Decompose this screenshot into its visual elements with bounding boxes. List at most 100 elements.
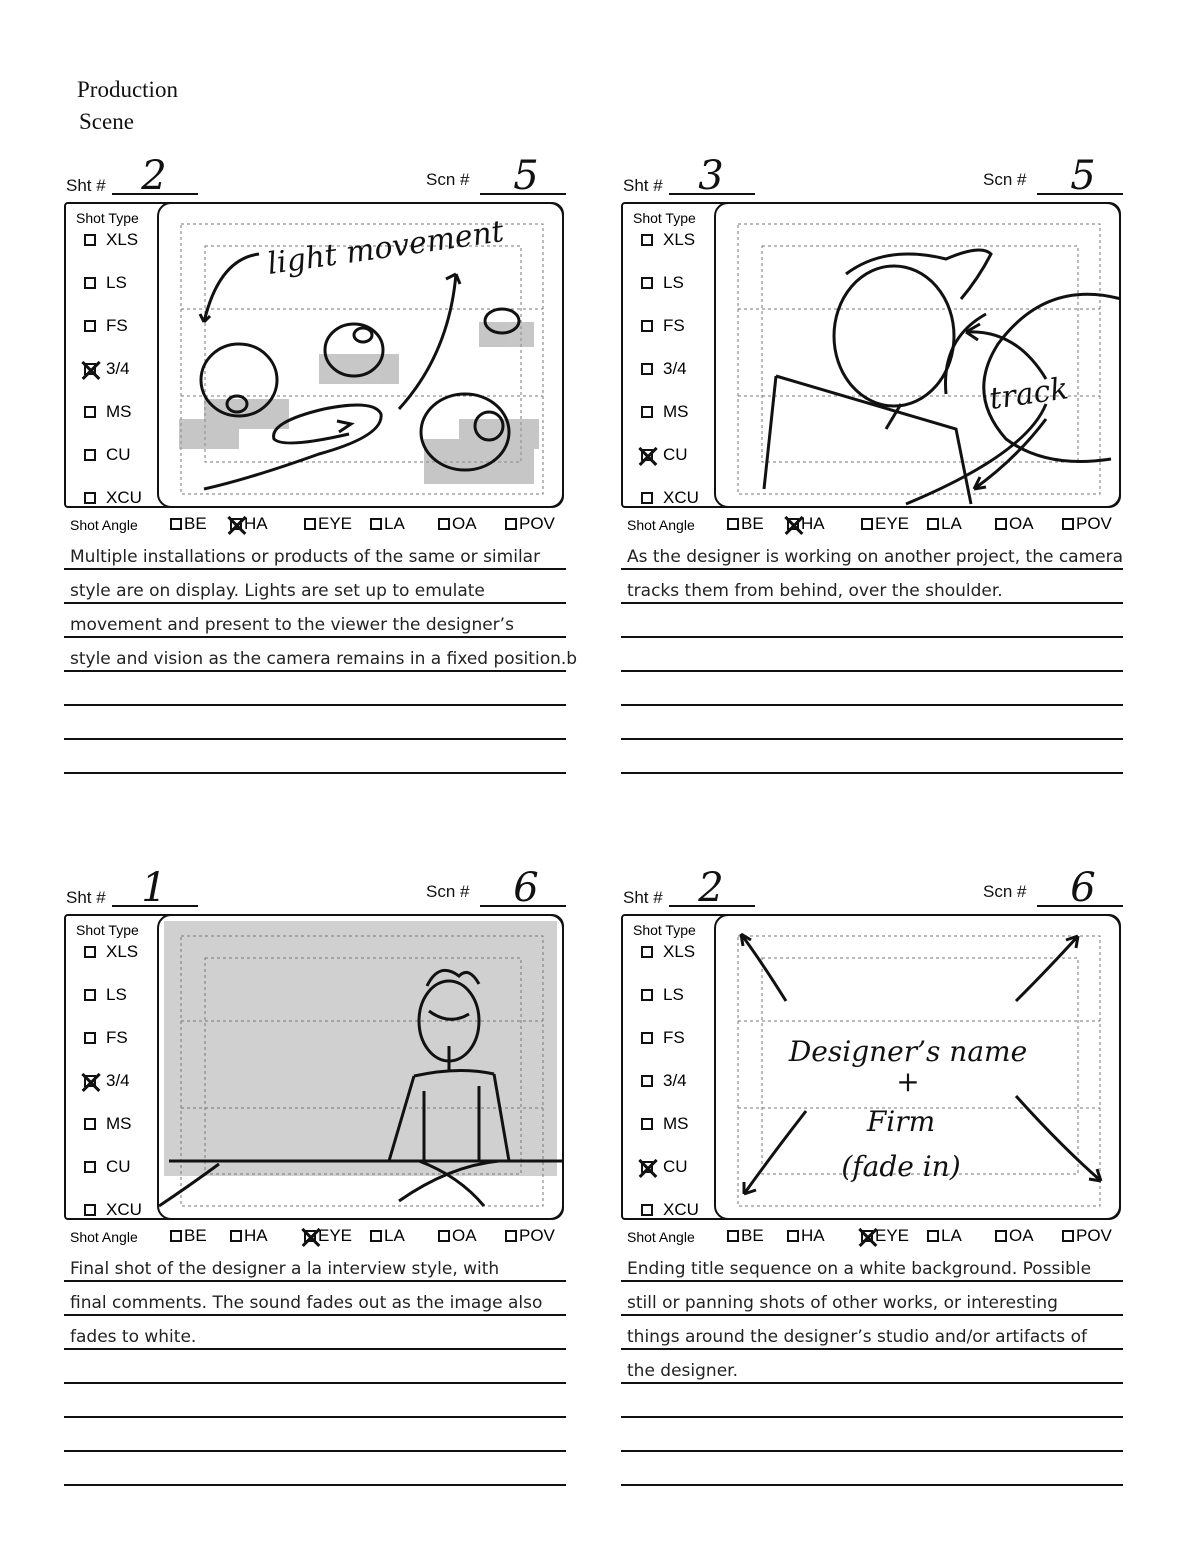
shot-angle-option[interactable]: OA (438, 514, 477, 534)
shot-number-value[interactable]: 2 (114, 156, 194, 196)
shot-angle-option[interactable]: LA (927, 514, 962, 534)
shot-type-option[interactable]: CU (641, 1157, 688, 1177)
checkbox-icon[interactable] (995, 1230, 1007, 1242)
checkbox-icon[interactable] (861, 1230, 873, 1242)
checkbox-icon[interactable] (84, 1161, 96, 1173)
shot-type-option[interactable]: MS (641, 402, 689, 422)
note-line[interactable]: style are on display. Lights are set up … (64, 570, 566, 604)
checkbox-icon[interactable] (1062, 518, 1074, 530)
note-line[interactable] (64, 740, 566, 774)
shot-type-option[interactable]: FS (641, 316, 685, 336)
checkbox-icon[interactable] (727, 1230, 739, 1242)
shot-angle-option[interactable]: BE (727, 514, 764, 534)
note-line[interactable]: As the designer is working on another pr… (621, 536, 1123, 570)
shot-type-option[interactable]: MS (641, 1114, 689, 1134)
note-line[interactable] (64, 1384, 566, 1418)
shot-type-option[interactable]: 3/4 (641, 1071, 687, 1091)
checkbox-icon[interactable] (787, 518, 799, 530)
checkbox-icon[interactable] (230, 518, 242, 530)
note-line[interactable] (64, 1452, 566, 1486)
checkbox-icon[interactable] (1062, 1230, 1074, 1242)
checkbox-icon[interactable] (84, 277, 96, 289)
notes-area[interactable]: Ending title sequence on a white backgro… (621, 1248, 1123, 1486)
note-line[interactable]: Multiple installations or products of th… (64, 536, 566, 570)
checkbox-icon[interactable] (505, 518, 517, 530)
shot-type-option[interactable]: XCU (641, 1200, 699, 1220)
shot-angle-option[interactable]: EYE (861, 1226, 909, 1246)
checkbox-icon[interactable] (84, 1118, 96, 1130)
checkbox-icon[interactable] (641, 1032, 653, 1044)
shot-type-option[interactable]: LS (641, 273, 684, 293)
shot-type-option[interactable]: FS (84, 1028, 128, 1048)
note-line[interactable] (621, 1452, 1123, 1486)
shot-angle-option[interactable]: EYE (861, 514, 909, 534)
scene-number-value[interactable]: 5 (486, 156, 566, 196)
shot-angle-option[interactable]: HA (787, 1226, 825, 1246)
checkbox-icon[interactable] (370, 1230, 382, 1242)
checkbox-icon[interactable] (304, 1230, 316, 1242)
checkbox-icon[interactable] (641, 406, 653, 418)
checkbox-icon[interactable] (230, 1230, 242, 1242)
shot-type-option[interactable]: LS (84, 985, 127, 1005)
checkbox-icon[interactable] (995, 518, 1007, 530)
shot-angle-option[interactable]: POV (505, 1226, 555, 1246)
shot-angle-option[interactable]: POV (1062, 1226, 1112, 1246)
shot-type-option[interactable]: LS (84, 273, 127, 293)
note-line[interactable] (64, 672, 566, 706)
note-line[interactable]: Ending title sequence on a white backgro… (621, 1248, 1123, 1282)
shot-angle-option[interactable]: BE (170, 514, 207, 534)
shot-type-option[interactable]: XCU (641, 488, 699, 508)
scene-number-value[interactable]: 6 (1043, 868, 1123, 908)
shot-type-option[interactable]: MS (84, 402, 132, 422)
checkbox-icon[interactable] (304, 518, 316, 530)
shot-angle-option[interactable]: BE (170, 1226, 207, 1246)
notes-area[interactable]: Final shot of the designer a la intervie… (64, 1248, 566, 1486)
shot-number-value[interactable]: 2 (671, 868, 751, 908)
note-line[interactable] (621, 1418, 1123, 1452)
checkbox-icon[interactable] (641, 234, 653, 246)
shot-angle-option[interactable]: OA (995, 514, 1034, 534)
checkbox-icon[interactable] (170, 518, 182, 530)
shot-type-option[interactable]: MS (84, 1114, 132, 1134)
shot-angle-option[interactable]: EYE (304, 1226, 352, 1246)
checkbox-icon[interactable] (641, 1204, 653, 1216)
note-line[interactable] (621, 672, 1123, 706)
checkbox-icon[interactable] (641, 492, 653, 504)
note-line[interactable]: style and vision as the camera remains i… (64, 638, 577, 672)
checkbox-icon[interactable] (84, 234, 96, 246)
shot-number-value[interactable]: 1 (114, 868, 194, 908)
checkbox-icon[interactable] (641, 989, 653, 1001)
shot-type-option[interactable]: CU (84, 445, 131, 465)
note-line[interactable] (64, 1350, 566, 1384)
shot-type-option[interactable]: 3/4 (641, 359, 687, 379)
note-line[interactable]: fades to white. (64, 1316, 566, 1350)
note-line[interactable]: movement and present to the viewer the d… (64, 604, 566, 638)
checkbox-icon[interactable] (370, 518, 382, 530)
note-line[interactable]: still or panning shots of other works, o… (621, 1282, 1123, 1316)
checkbox-icon[interactable] (84, 449, 96, 461)
shot-type-option[interactable]: XCU (84, 488, 142, 508)
shot-angle-option[interactable]: POV (505, 514, 555, 534)
checkbox-icon[interactable] (438, 518, 450, 530)
shot-angle-option[interactable]: LA (927, 1226, 962, 1246)
note-line[interactable]: things around the designer’s studio and/… (621, 1316, 1123, 1350)
checkbox-icon[interactable] (641, 277, 653, 289)
checkbox-icon[interactable] (84, 363, 96, 375)
checkbox-icon[interactable] (84, 946, 96, 958)
checkbox-icon[interactable] (861, 518, 873, 530)
shot-angle-option[interactable]: OA (438, 1226, 477, 1246)
checkbox-icon[interactable] (641, 1075, 653, 1087)
checkbox-icon[interactable] (84, 1204, 96, 1216)
checkbox-icon[interactable] (84, 492, 96, 504)
note-line[interactable] (621, 1384, 1123, 1418)
note-line[interactable]: final comments. The sound fades out as t… (64, 1282, 566, 1316)
shot-angle-option[interactable]: EYE (304, 514, 352, 534)
shot-type-option[interactable]: FS (641, 1028, 685, 1048)
checkbox-icon[interactable] (641, 320, 653, 332)
shot-angle-option[interactable]: HA (787, 514, 825, 534)
shot-type-option[interactable]: FS (84, 316, 128, 336)
checkbox-icon[interactable] (170, 1230, 182, 1242)
checkbox-icon[interactable] (727, 518, 739, 530)
checkbox-icon[interactable] (787, 1230, 799, 1242)
shot-type-option[interactable]: CU (84, 1157, 131, 1177)
